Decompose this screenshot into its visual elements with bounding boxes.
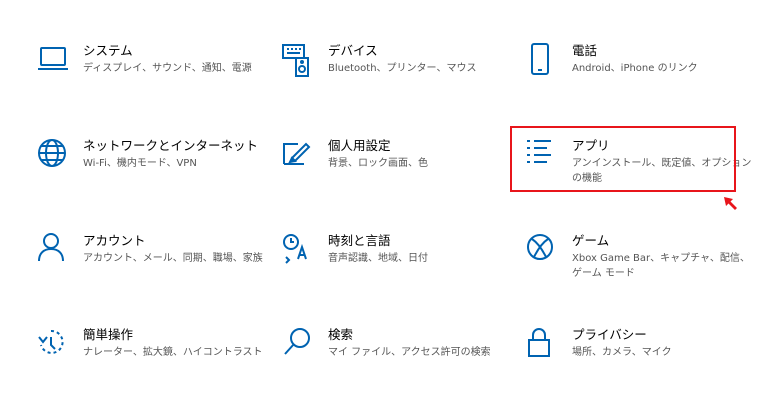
globe-icon <box>37 138 69 172</box>
tile-title: 個人用設定 <box>328 138 391 153</box>
tile-title: ゲーム <box>572 233 610 248</box>
highlight-box <box>510 126 736 192</box>
pointer-arrow-icon <box>720 193 740 213</box>
tile-description: 場所、カメラ、マイク <box>572 347 672 358</box>
tile-title: 時刻と言語 <box>328 233 391 248</box>
tile-title: アカウント <box>83 233 146 248</box>
time-language-icon <box>282 233 314 267</box>
keyboard-speaker-icon <box>282 43 314 77</box>
tile-description: マイ ファイル、アクセス許可の検索 <box>328 347 491 358</box>
tile-title: ネットワークとインターネット <box>83 138 259 153</box>
search-icon <box>282 327 314 361</box>
tile-description: Android、iPhone のリンク <box>572 63 698 74</box>
xbox-icon <box>526 233 558 267</box>
tile-title: デバイス <box>328 43 378 58</box>
tile-description: アカウント、メール、同期、職場、家族 <box>83 253 263 264</box>
phone-icon <box>526 43 558 77</box>
tile-title: 簡単操作 <box>83 327 134 342</box>
ease-of-access-icon <box>37 327 69 361</box>
tile-description: Wi-Fi、機内モード、VPN <box>83 158 197 169</box>
tile-description: 音声認識、地域、日付 <box>328 253 428 264</box>
tile-description: Bluetooth、プリンター、マウス <box>328 63 477 74</box>
tile-description: Xbox Game Bar、キャプチャ、配信、ゲーム モード <box>572 253 750 279</box>
tile-title: システム <box>83 43 133 58</box>
tile-title: プライバシー <box>572 327 647 342</box>
tile-title: 検索 <box>328 327 354 342</box>
laptop-icon <box>37 43 69 77</box>
lock-icon <box>526 327 558 361</box>
tile-title: 電話 <box>572 43 598 58</box>
person-icon <box>37 233 69 267</box>
tile-description: ディスプレイ、サウンド、通知、電源 <box>83 63 252 74</box>
tile-description: ナレーター、拡大鏡、ハイコントラスト <box>83 347 263 358</box>
tile-description: 背景、ロック画面、色 <box>328 158 428 169</box>
paint-brush-icon <box>282 138 314 172</box>
